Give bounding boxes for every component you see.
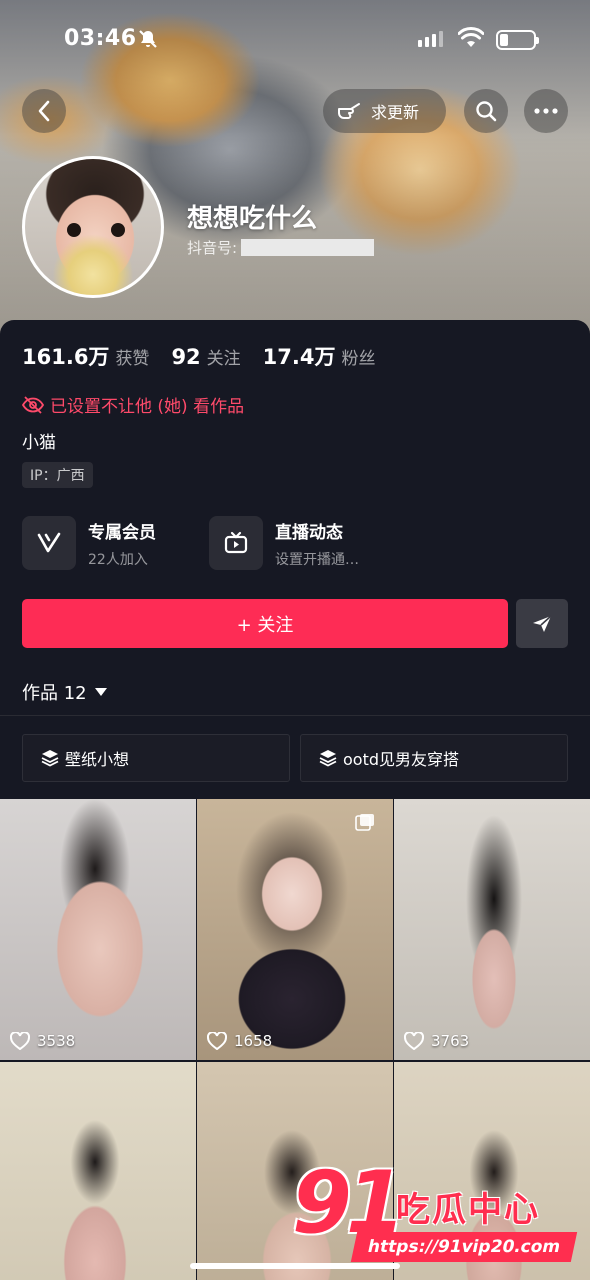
live-title: 直播动态	[275, 522, 343, 543]
search-button[interactable]	[464, 89, 508, 133]
layers-icon	[41, 750, 59, 767]
send-icon	[533, 614, 552, 632]
request-update-label: 求更新	[371, 103, 420, 122]
likes-count: 161.6万	[22, 345, 110, 369]
more-dots-icon	[534, 108, 558, 114]
feature-icon-box	[22, 516, 76, 570]
battery-level	[500, 34, 508, 46]
follow-button[interactable]: + 关注	[22, 599, 508, 648]
works-tab-label: 作品 12	[22, 683, 87, 704]
search-icon	[476, 101, 497, 122]
eye-hidden-icon	[22, 395, 44, 414]
v-membership-icon	[37, 532, 61, 553]
privacy-notice: 已设置不让他 (她) 看作品	[22, 392, 244, 417]
site-watermark: 91 吃瓜中心 https://91vip20.com	[292, 1158, 582, 1268]
heart-icon	[404, 1032, 424, 1050]
signal-icon	[418, 31, 443, 47]
douyin-id-redacted	[241, 239, 375, 256]
layers-icon	[319, 750, 337, 767]
live-updates-entry[interactable]: 直播动态 设置开播通…	[209, 516, 359, 570]
works-tab[interactable]: 作品 12	[22, 679, 107, 705]
image-post-icon	[355, 814, 374, 831]
following-label[interactable]: 关注	[207, 344, 241, 369]
membership-subtitle: 22人加入	[88, 551, 148, 568]
exclusive-membership-entry[interactable]: 专属会员 22人加入	[22, 516, 156, 570]
request-update-button[interactable]: 求更新	[323, 89, 446, 133]
followers-label[interactable]: 粉丝	[342, 344, 376, 369]
membership-title: 专属会员	[88, 522, 156, 543]
watermark-logo-text: 吃瓜中心	[396, 1190, 540, 1230]
douyin-id[interactable]: 抖音号:	[187, 237, 375, 258]
battery-icon	[496, 30, 539, 50]
back-button[interactable]	[22, 89, 66, 133]
likes-count: 3538	[37, 1032, 76, 1050]
caret-down-icon	[94, 688, 107, 696]
status-time: 03:46	[64, 26, 137, 51]
video-tile[interactable]: 3763	[394, 799, 590, 1060]
avatar[interactable]	[22, 156, 164, 298]
douyin-id-label: 抖音号:	[187, 239, 238, 257]
collection-wallpaper[interactable]: 壁纸小想	[22, 734, 290, 782]
profile-nickname: 想想吃什么	[187, 204, 318, 234]
followers-count[interactable]: 17.4万	[263, 341, 336, 371]
more-button[interactable]	[524, 89, 568, 133]
share-button[interactable]	[516, 599, 568, 648]
feature-icon-box	[209, 516, 263, 570]
video-likes: 1658	[207, 1032, 272, 1050]
tab-divider	[0, 715, 590, 716]
watermark-url: https://91vip20.com	[350, 1232, 578, 1262]
following-count[interactable]: 92	[171, 345, 200, 369]
wifi-icon	[458, 27, 484, 47]
likes-label: 获赞	[115, 349, 150, 369]
video-tile[interactable]: 1658	[197, 799, 393, 1060]
video-likes: 3763	[404, 1032, 469, 1050]
privacy-notice-text: 已设置不让他 (她) 看作品	[50, 397, 245, 417]
chevron-left-icon	[38, 100, 50, 122]
video-tile[interactable]	[0, 1062, 196, 1280]
video-tile[interactable]: 3538	[0, 799, 196, 1060]
ip-location-tag: IP：广西	[22, 462, 93, 488]
heart-icon	[10, 1032, 30, 1050]
profile-stats: 161.6万 获赞 92 关注 17.4万 粉丝	[22, 341, 398, 371]
heart-icon	[207, 1032, 227, 1050]
profile-bio: 小猫	[22, 433, 56, 453]
bell-off-icon	[139, 30, 157, 48]
live-tv-icon	[224, 531, 248, 554]
likes-count: 3763	[431, 1032, 470, 1050]
live-subtitle: 设置开播通…	[275, 551, 359, 568]
collection-ootd[interactable]: ootd见男友穿搭	[300, 734, 568, 782]
video-likes: 3538	[10, 1032, 75, 1050]
likes-count: 1658	[234, 1032, 273, 1050]
collection-label: ootd见男友穿搭	[343, 750, 460, 769]
pointing-hand-icon	[338, 103, 360, 119]
home-indicator	[190, 1263, 400, 1269]
collection-label: 壁纸小想	[65, 750, 130, 769]
